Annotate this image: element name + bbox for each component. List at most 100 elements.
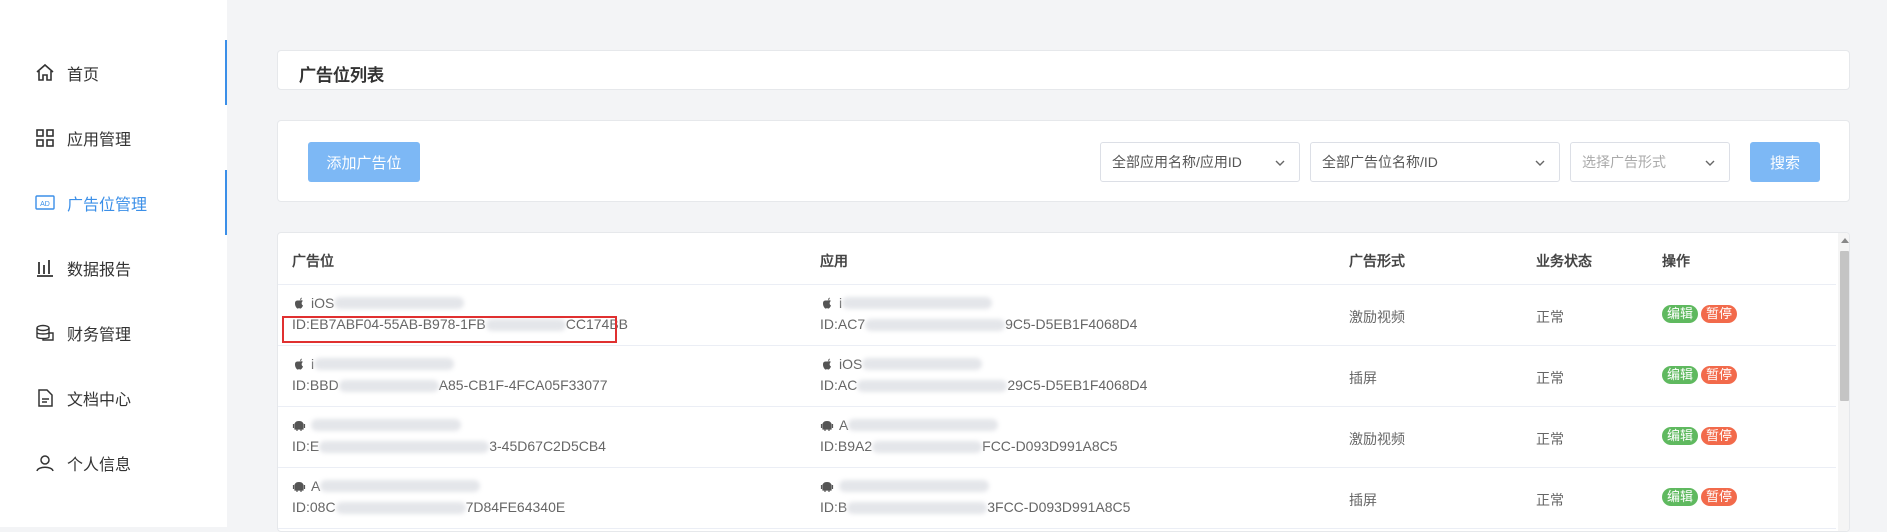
pause-button[interactable]: 暂停 <box>1701 427 1738 445</box>
redacted-text <box>319 441 490 454</box>
highlight-box <box>282 316 617 343</box>
ad-format-select[interactable]: 选择广告形式 <box>1570 142 1730 182</box>
chevron-down-icon <box>1275 160 1285 166</box>
sidebar-item-label: 广告位管理 <box>67 196 148 214</box>
edit-button[interactable]: 编辑 <box>1662 366 1699 384</box>
apple-icon <box>823 358 831 370</box>
app-cell: i ID:AC7 9C5-D5EB1F4068D4 <box>820 293 1137 336</box>
coins-icon <box>33 321 57 345</box>
sidebar-item-label: 文档中心 <box>67 391 132 409</box>
ad-slot-id: ID:BBD <box>292 377 339 393</box>
ad-slot-cell: i ID:BBD A85-CB1F-4FCA05F33077 <box>292 354 608 397</box>
android-icon <box>820 482 834 492</box>
redacted-text <box>320 480 481 492</box>
sidebar-item-profile[interactable]: 个人信息 <box>0 430 227 495</box>
app-cell: ID:B 3FCC-D093D991A8C5 <box>820 476 1130 519</box>
redacted-text <box>848 419 999 431</box>
page-title-card: 广告位列表 <box>277 50 1850 90</box>
sidebar-item-finance[interactable]: 财务管理 <box>0 300 227 365</box>
table-row: ID:E 3-45D67C2D5CB4 A ID:B9A2 FCC-D093D991… <box>278 407 1836 468</box>
ad-format: 插屏 <box>1349 492 1377 508</box>
page-title: 广告位列表 <box>299 66 384 85</box>
table-row: A ID:08C 7D84FE64340E ID:B 3FCC-D093D991A8… <box>278 468 1836 529</box>
pause-button[interactable]: 暂停 <box>1701 305 1738 323</box>
redacted-text <box>865 319 1006 332</box>
ad-slot-id-tail: A85-CB1F-4FCA05F33077 <box>438 377 608 393</box>
chevron-down-icon <box>1705 160 1715 166</box>
edit-button[interactable]: 编辑 <box>1662 427 1699 445</box>
sidebar-item-ad-slots[interactable]: AD 广告位管理 <box>0 170 227 235</box>
ad-format-placeholder: 选择广告形式 <box>1582 154 1666 170</box>
android-icon <box>820 421 834 431</box>
ad-slot-name: A <box>311 478 321 494</box>
pause-button[interactable]: 暂停 <box>1701 366 1738 384</box>
edit-button[interactable]: 编辑 <box>1662 305 1699 323</box>
sidebar-item-home[interactable]: 首页 <box>0 40 227 105</box>
sidebar-item-label: 数据报告 <box>67 261 132 279</box>
apple-icon <box>295 358 303 370</box>
row-actions: 编辑 暂停 <box>1662 305 1740 323</box>
status-text: 正常 <box>1536 492 1564 508</box>
home-icon <box>33 61 57 85</box>
scrollbar-thumb[interactable] <box>1840 251 1849 401</box>
chevron-down-icon <box>1535 160 1545 166</box>
redacted-text <box>847 502 988 515</box>
app-name: A <box>839 417 849 433</box>
edit-button[interactable]: 编辑 <box>1662 488 1699 506</box>
app-id-tail: 29C5-D5EB1F4068D4 <box>1007 377 1148 393</box>
redacted-text <box>839 480 989 492</box>
apple-icon <box>823 297 831 309</box>
redacted-text <box>842 297 993 309</box>
ad-slot-cell: A ID:08C 7D84FE64340E <box>292 476 565 519</box>
ad-format: 激励视频 <box>1349 431 1405 447</box>
redacted-text <box>311 419 461 431</box>
column-header: 广告位 <box>292 253 334 269</box>
search-button[interactable]: 搜索 <box>1750 142 1820 182</box>
table-scrollbar[interactable] <box>1838 233 1849 531</box>
document-icon <box>33 386 57 410</box>
app-select[interactable]: 全部应用名称/应用ID <box>1100 142 1300 182</box>
apple-icon <box>295 297 303 309</box>
sidebar-item-label: 个人信息 <box>67 456 132 474</box>
redacted-text <box>335 502 466 515</box>
pause-button[interactable]: 暂停 <box>1701 488 1738 506</box>
sidebar-item-reports[interactable]: 数据报告 <box>0 235 227 300</box>
nav-divider <box>225 40 227 105</box>
svg-text:AD: AD <box>40 201 50 208</box>
redacted-text <box>862 358 983 370</box>
ad-slot-id-tail: 7D84FE64340E <box>465 499 566 515</box>
android-icon <box>292 482 306 492</box>
row-actions: 编辑 暂停 <box>1662 366 1740 384</box>
ad-format: 激励视频 <box>1349 309 1405 325</box>
ad-slot-table: 广告位 应用 广告形式 业务状态 操作 iOS ID:EB7ABF04-55AB… <box>277 232 1850 532</box>
column-header: 广告形式 <box>1349 253 1405 269</box>
ad-slot-select-value: 全部广告位名称/ID <box>1322 154 1438 170</box>
redacted-text <box>314 358 455 370</box>
ad-slot-id-tail: 3-45D67C2D5CB4 <box>489 438 606 454</box>
sidebar-item-label: 应用管理 <box>67 131 132 149</box>
table-row: i ID:BBD A85-CB1F-4FCA05F33077 iOS ID:AC 2… <box>278 346 1836 407</box>
add-ad-slot-button[interactable]: 添加广告位 <box>308 142 420 182</box>
status-text: 正常 <box>1536 431 1564 447</box>
ad-slot-id: ID:08C <box>292 499 336 515</box>
app-id: ID:B <box>820 499 848 515</box>
sidebar-item-label: 财务管理 <box>67 326 132 344</box>
table-header: 广告位 应用 广告形式 业务状态 操作 <box>278 233 1836 285</box>
column-header: 业务状态 <box>1536 253 1592 269</box>
app-id-tail: 3FCC-D093D991A8C5 <box>987 499 1131 515</box>
apps-grid-icon <box>33 126 57 150</box>
app-name: iOS <box>839 356 863 372</box>
sidebar-item-apps[interactable]: 应用管理 <box>0 105 227 170</box>
status-text: 正常 <box>1536 370 1564 386</box>
ad-slot-select[interactable]: 全部广告位名称/ID <box>1310 142 1560 182</box>
ad-slot-id: ID:E <box>292 438 320 454</box>
column-header: 应用 <box>820 253 848 269</box>
sidebar-item-docs[interactable]: 文档中心 <box>0 365 227 430</box>
app-id: ID:AC7 <box>820 316 866 332</box>
scroll-up-arrow-icon[interactable] <box>1841 238 1849 243</box>
ad-slot-name: iOS <box>311 295 335 311</box>
filter-bar: 添加广告位 全部应用名称/应用ID 全部广告位名称/ID 选择广告形式 搜索 <box>277 120 1850 202</box>
sidebar: 首页 应用管理 AD 广告位管理 数据报告 财务管理 文档中心 个人信息 <box>0 0 227 527</box>
redacted-text <box>872 441 983 454</box>
redacted-text <box>338 380 439 393</box>
